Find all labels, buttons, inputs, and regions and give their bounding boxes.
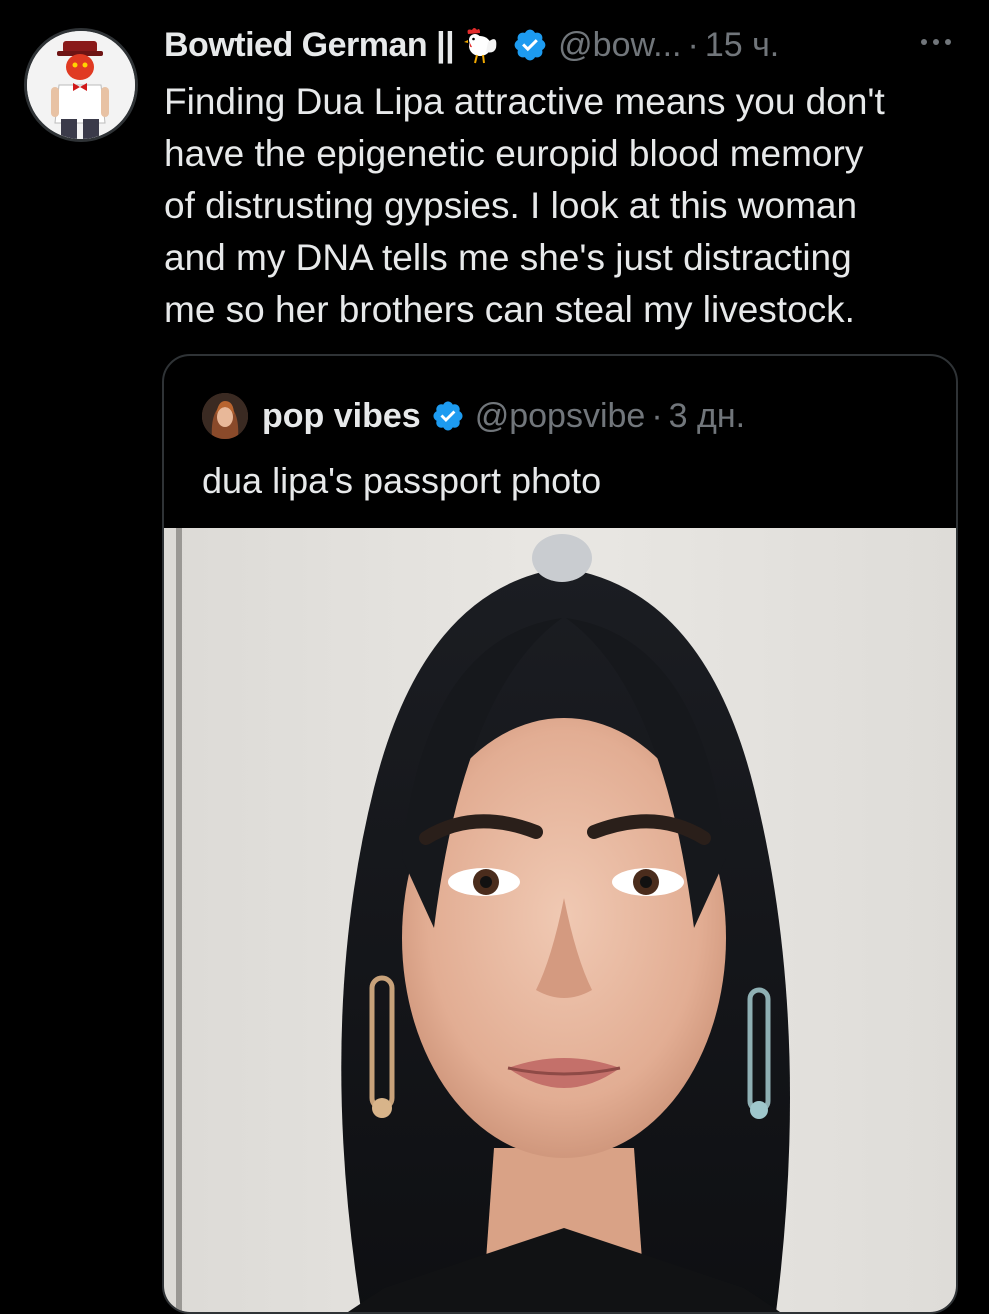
quoted-tweet-header: pop vibes @popsvibe · 3 дн. [202,392,745,440]
quoted-author-handle[interactable]: @popsvibe [475,397,646,436]
quoted-tweet-photo[interactable] [164,528,956,1312]
verified-badge-icon [431,399,465,433]
author-display-name[interactable]: Bowtied German || [164,26,455,65]
verified-badge-icon [512,27,548,63]
more-options-icon[interactable] [912,22,960,62]
author-handle[interactable]: @bow... [558,26,681,65]
chicken-icon [460,24,502,66]
tweet-header: Bowtied German || @bow... · 15 ч. [164,20,779,70]
quoted-author-avatar[interactable] [202,393,248,439]
tweet-timestamp[interactable]: 15 ч. [705,26,779,65]
quoted-tweet-text: dua lipa's passport photo [202,460,602,501]
quoted-tweet-timestamp[interactable]: 3 дн. [669,397,745,436]
tweet[interactable]: Bowtied German || @bow... · 15 ч. Findin… [0,0,989,1314]
separator-dot: · [651,396,663,435]
avatar-illustration [27,31,135,139]
quoted-tweet[interactable]: pop vibes @popsvibe · 3 дн. dua lipa's p… [162,354,958,1314]
portrait-image [164,528,956,1312]
quoted-author-display-name[interactable]: pop vibes [262,397,421,436]
separator-dot: · [687,25,699,64]
tweet-text: Finding Dua Lipa attractive means you do… [164,81,885,330]
author-avatar[interactable] [24,28,138,142]
